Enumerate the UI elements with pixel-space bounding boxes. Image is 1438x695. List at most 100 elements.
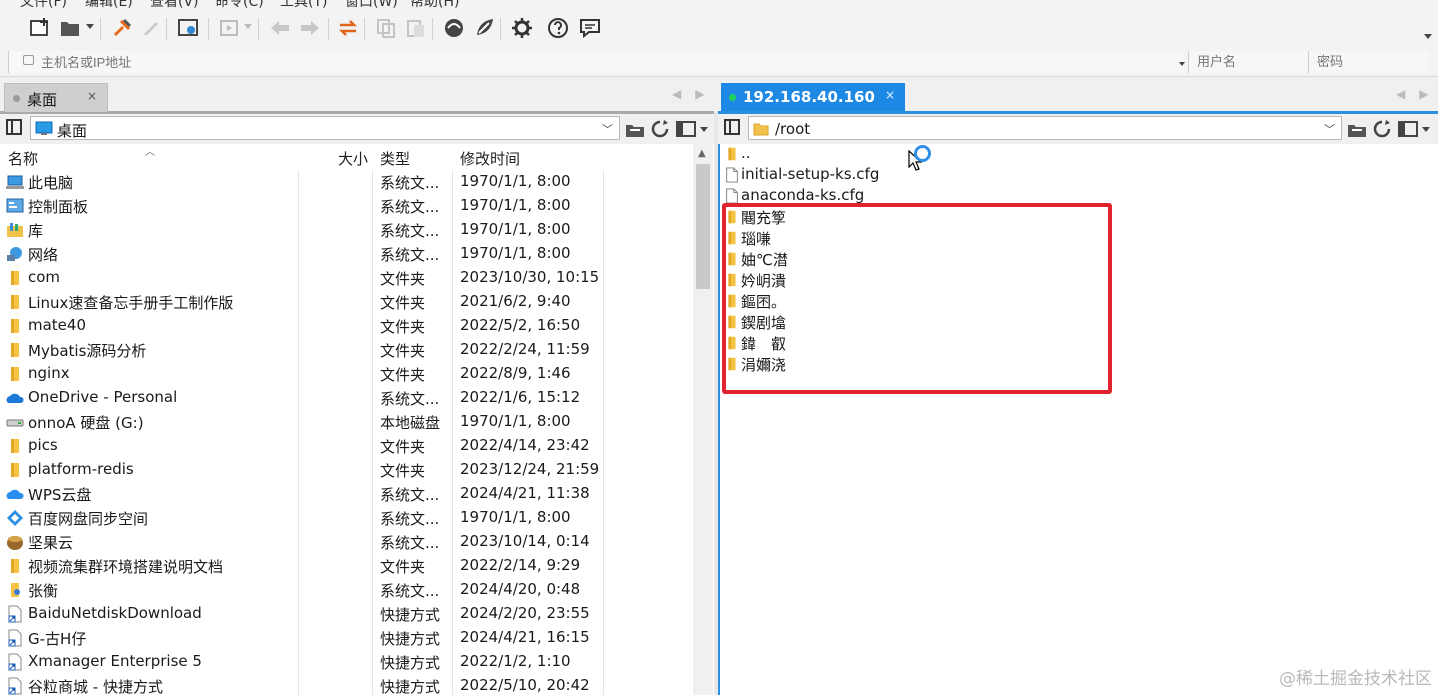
table-row[interactable]: 坚果云 系统文... 2023/10/14, 0:14 [0,530,693,554]
tab-close-icon[interactable]: × [87,89,97,103]
menubar: 文件(F) 编辑(E) 查看(V) 命令(C) 工具(T) 窗口(W) 帮助(H) [0,0,1438,8]
table-row[interactable]: 此电脑 系统文... 1970/1/1, 8:00 [0,170,693,194]
table-row[interactable]: mate40 文件夹 2022/5/2, 16:50 [0,314,693,338]
view-mode-icon[interactable] [1398,119,1432,139]
table-row[interactable]: 库 系统文... 1970/1/1, 8:00 [0,218,693,242]
table-row[interactable]: 网络 系统文... 1970/1/1, 8:00 [0,242,693,266]
help-icon[interactable] [546,16,570,40]
open-folder-icon[interactable] [58,16,82,40]
right-path-combo[interactable]: /root ﹀ [748,116,1342,140]
shortcut-icon [6,605,24,623]
scrollbar-thumb[interactable] [696,164,710,289]
menu-item[interactable]: 窗口(W) [345,0,398,8]
row-type: 文件夹 [380,318,426,336]
xftp-icon[interactable] [472,16,496,40]
table-row[interactable]: Mybatis源码分析 文件夹 2022/2/24, 11:59 [0,338,693,362]
tab-scroll-arrows-icon[interactable]: ◀▶ [672,87,718,101]
column-header-type[interactable]: 类型 [380,148,410,169]
left-path-combo[interactable]: 桌面 ﹀ [30,116,620,140]
table-row[interactable]: 张衡 系统文... 2024/4/20, 0:48 [0,578,693,602]
table-row[interactable]: BaiduNetdiskDownload 快捷方式 2024/2/20, 23:55 [0,602,693,626]
chevron-down-icon[interactable]: ﹀ [602,121,613,137]
desktop-icon [35,121,53,135]
tab-remote-session[interactable]: 192.168.40.160 × [721,83,905,111]
column-header-modified[interactable]: 修改时间 [460,148,520,169]
table-row[interactable]: platform-redis 文件夹 2023/12/24, 21:59 [0,458,693,482]
chevron-down-icon[interactable]: ﹀ [1324,121,1335,137]
connect-icon[interactable] [110,16,134,40]
refresh-icon[interactable] [1372,119,1392,139]
new-folder-icon[interactable] [1346,119,1368,139]
scroll-up-icon[interactable]: ▲ [698,148,706,159]
table-row[interactable]: nginx 文件夹 2022/8/9, 1:46 [0,362,693,386]
list-item[interactable]: initial-setup-ks.cfg [720,165,1220,186]
list-item[interactable]: .. [720,144,1220,165]
password-input[interactable] [1317,54,1417,69]
row-modified: 2023/12/24, 21:59 [460,460,600,478]
row-type: 文件夹 [380,342,426,360]
username-input[interactable] [1197,54,1297,69]
menu-item[interactable]: 文件(F) [20,0,67,8]
menu-item[interactable]: 帮助(H) [410,0,459,8]
row-type: 快捷方式 [380,630,441,648]
left-vertical-scrollbar[interactable]: ▲ [693,144,713,695]
paste-icon [404,16,428,40]
table-row[interactable]: 谷粒商城 - 快捷方式 快捷方式 2022/5/10, 20:42 [0,674,693,695]
host-dropdown-icon[interactable] [1179,62,1185,66]
shortcut-icon [6,629,24,647]
menu-item[interactable]: 查看(V) [150,0,199,8]
row-type: 系统文... [380,534,440,552]
column-header-name[interactable]: 名称 [8,148,38,169]
table-row[interactable]: Xmanager Enterprise 5 快捷方式 2022/1/2, 1:10 [0,650,693,674]
tab-desktop[interactable]: 桌面 × [4,83,108,112]
row-name: OneDrive - Personal [28,388,178,406]
back-icon [268,16,292,40]
table-row[interactable]: pics 文件夹 2022/4/14, 23:42 [0,434,693,458]
file-icon [724,188,740,204]
session-properties-icon[interactable] [176,16,200,40]
row-name: com [28,268,61,286]
toolbar-overflow-icon[interactable] [1424,34,1432,39]
row-name: 网络 [28,246,59,264]
table-row[interactable]: Linux速查备忘手册手工制作版 文件夹 2021/6/2, 9:40 [0,290,693,314]
xshell-icon[interactable] [442,16,466,40]
row-type: 系统文... [380,510,440,528]
feedback-icon[interactable] [578,16,602,40]
file-icon [724,167,740,183]
row-modified: 2024/4/21, 16:15 [460,628,590,646]
watermark: @稀土掘金技术社区 [1279,669,1432,689]
row-type: 系统文... [380,486,440,504]
tab-close-icon[interactable]: × [885,88,895,102]
swap-icon[interactable] [336,16,360,40]
table-row[interactable]: 控制面板 系统文... 1970/1/1, 8:00 [0,194,693,218]
dropdown-arrow-icon[interactable] [86,24,94,29]
column-header-size[interactable]: 大小 [338,148,368,169]
dropdown-arrow-icon[interactable] [244,24,252,29]
table-row[interactable]: WPS云盘 系统文... 2024/4/21, 11:38 [0,482,693,506]
table-row[interactable]: com 文件夹 2023/10/30, 10:15 [0,266,693,290]
toolbar-separator [166,18,167,40]
panel-toggle-icon[interactable] [724,119,740,135]
host-input[interactable] [41,53,1141,71]
row-modified: 2022/2/24, 11:59 [460,340,590,358]
row-name: 张衡 [28,582,59,600]
refresh-icon[interactable] [650,119,670,139]
table-row[interactable]: 视频流集群环境搭建说明文档 文件夹 2022/2/14, 9:29 [0,554,693,578]
table-row[interactable]: OneDrive - Personal 系统文... 2022/1/6, 15:12 [0,386,693,410]
panel-toggle-icon[interactable] [6,119,22,135]
row-type: 快捷方式 [380,606,441,624]
row-type: 本地磁盘 [380,414,441,432]
new-session-icon[interactable] [28,16,52,40]
new-folder-icon[interactable] [624,119,646,139]
view-mode-icon[interactable] [676,119,710,139]
row-modified: 1970/1/1, 8:00 [460,196,571,214]
tab-scroll-arrows-icon[interactable]: ◀▶ [1396,87,1438,101]
options-gear-icon[interactable] [510,16,534,40]
menu-item[interactable]: 命令(C) [215,0,264,8]
table-row[interactable]: G-古H仔 快捷方式 2024/4/21, 16:15 [0,626,693,650]
row-type: 系统文... [380,582,440,600]
menu-item[interactable]: 编辑(E) [85,0,133,8]
menu-item[interactable]: 工具(T) [280,0,327,8]
table-row[interactable]: onnoA 硬盘 (G:) 本地磁盘 1970/1/1, 8:00 [0,410,693,434]
table-row[interactable]: 百度网盘同步空间 系统文... 1970/1/1, 8:00 [0,506,693,530]
